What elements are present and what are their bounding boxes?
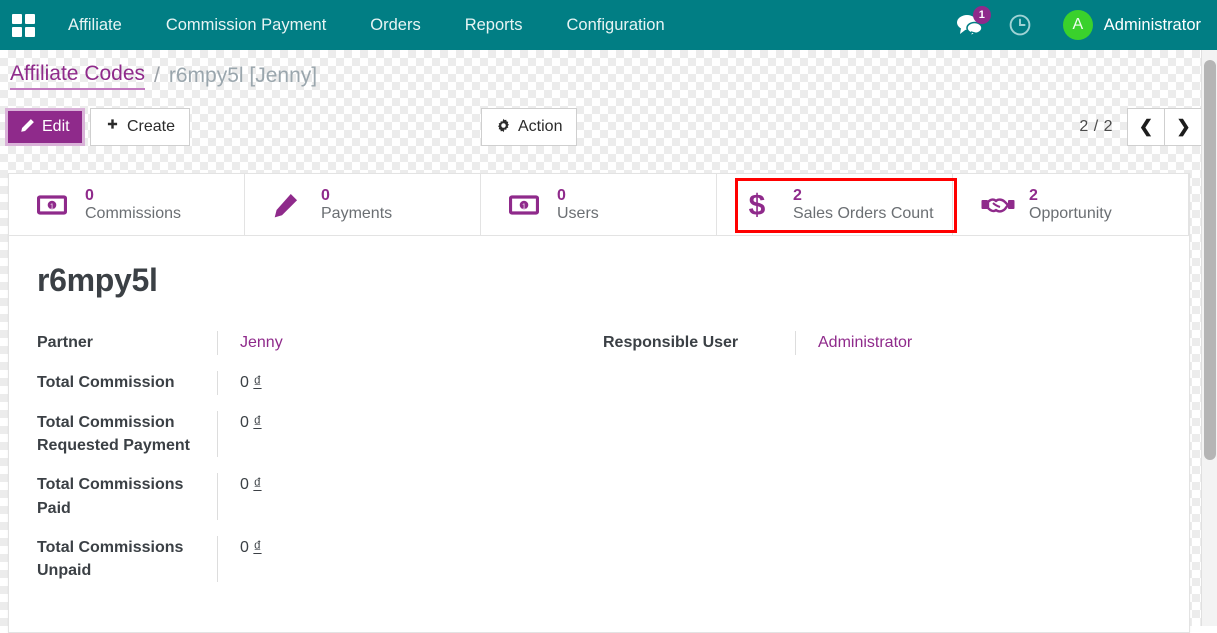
plus-icon xyxy=(105,118,120,137)
handshake-icon xyxy=(981,194,1021,216)
currency-symbol: ₫ xyxy=(253,414,261,431)
stat-label-sales-orders-count: Sales Orders Count xyxy=(793,205,934,222)
stat-button-opportunity[interactable]: 2 Opportunity xyxy=(953,174,1189,235)
field-amount-total-commission-requested-payment: 0 xyxy=(240,414,249,431)
stat-value-users: 0 xyxy=(557,187,566,204)
stat-text-users: 0 Users xyxy=(557,187,599,223)
form-column-right: Responsible User Administrator xyxy=(597,331,1163,598)
edit-button-label: Edit xyxy=(42,118,70,136)
nav-item-orders[interactable]: Orders xyxy=(348,0,442,50)
stat-label-commissions: Commissions xyxy=(85,205,181,222)
chevron-left-icon: ❮ xyxy=(1139,117,1153,137)
field-label-total-commission-requested-payment: Total Commission Requested Payment xyxy=(31,411,217,457)
svg-text:1: 1 xyxy=(50,203,54,210)
banknote-icon: 1 xyxy=(37,194,77,216)
username-label: Administrator xyxy=(1104,16,1201,35)
dollar-icon: $ xyxy=(745,190,785,220)
svg-text:1: 1 xyxy=(522,203,526,210)
stat-button-sales-orders-count[interactable]: $ 2 Sales Orders Count xyxy=(717,174,953,235)
field-partner: Partner Jenny xyxy=(31,331,597,355)
create-button-label: Create xyxy=(127,118,175,136)
svg-text:$: $ xyxy=(749,190,766,220)
nav-item-affiliate[interactable]: Affiliate xyxy=(46,0,144,50)
pager-counter: 2 / 2 xyxy=(1079,118,1113,136)
field-total-commissions-unpaid: Total Commissions Unpaid 0 ₫ xyxy=(31,536,597,582)
field-responsible-user: Responsible User Administrator xyxy=(597,331,1163,355)
pencil-icon xyxy=(20,118,35,137)
nav-item-reports[interactable]: Reports xyxy=(443,0,545,50)
gear-icon xyxy=(496,118,511,137)
field-total-commission-requested-payment: Total Commission Requested Payment 0 ₫ xyxy=(31,411,597,457)
form-column-left: Partner Jenny Total Commission 0 ₫ Total… xyxy=(31,331,597,598)
messages-badge: 1 xyxy=(973,6,991,24)
navbar-right-group: 1 A Administrator xyxy=(945,0,1217,50)
stat-label-opportunity: Opportunity xyxy=(1029,205,1112,222)
form-sheet: 1 0 Commissions 0 Payments xyxy=(8,173,1190,633)
stat-value-opportunity: 2 xyxy=(1029,187,1038,204)
form-body: r6mpy5l Partner Jenny Total Commission 0… xyxy=(9,236,1189,598)
vertical-scrollbar[interactable] xyxy=(1201,50,1217,626)
field-value-total-commissions-paid: 0 ₫ xyxy=(217,473,597,519)
field-value-total-commissions-unpaid: 0 ₫ xyxy=(217,536,597,582)
stat-text-opportunity: 2 Opportunity xyxy=(1029,187,1112,223)
nav-item-configuration[interactable]: Configuration xyxy=(545,0,687,50)
field-label-total-commissions-unpaid: Total Commissions Unpaid xyxy=(31,536,217,582)
apps-grid-icon xyxy=(12,14,35,37)
field-amount-total-commissions-unpaid: 0 xyxy=(240,539,249,556)
nav-item-commission-payment[interactable]: Commission Payment xyxy=(144,0,348,50)
currency-symbol: ₫ xyxy=(253,476,261,493)
action-button[interactable]: Action xyxy=(481,108,577,146)
field-total-commissions-paid: Total Commissions Paid 0 ₫ xyxy=(31,473,597,519)
create-button[interactable]: Create xyxy=(90,108,190,146)
stat-value-sales-orders-count: 2 xyxy=(793,187,802,204)
apps-menu-button[interactable] xyxy=(0,0,46,50)
breadcrumb: Affiliate Codes / r6mpy5l [Jenny] xyxy=(0,50,1217,102)
scrollbar-thumb[interactable] xyxy=(1204,60,1216,460)
field-label-total-commissions-paid: Total Commissions Paid xyxy=(31,473,217,519)
currency-symbol: ₫ xyxy=(253,539,261,556)
field-value-partner[interactable]: Jenny xyxy=(217,331,597,355)
top-navbar: Affiliate Commission Payment Orders Repo… xyxy=(0,0,1217,50)
stat-buttons-row: 1 0 Commissions 0 Payments xyxy=(9,174,1189,236)
avatar: A xyxy=(1063,10,1093,40)
field-value-total-commission-requested-payment: 0 ₫ xyxy=(217,411,597,457)
field-value-responsible-user[interactable]: Administrator xyxy=(795,331,1163,355)
activities-button[interactable] xyxy=(995,0,1045,50)
pencil-icon xyxy=(273,192,313,218)
pager-next-button[interactable]: ❯ xyxy=(1165,108,1203,146)
form-columns: Partner Jenny Total Commission 0 ₫ Total… xyxy=(31,331,1189,598)
field-amount-total-commission: 0 xyxy=(240,374,249,391)
pager: 2 / 2 ❮ ❯ xyxy=(1079,108,1203,146)
stat-text-sales-orders-count: 2 Sales Orders Count xyxy=(793,187,934,223)
chevron-right-icon: ❯ xyxy=(1176,117,1190,137)
breadcrumb-root-link[interactable]: Affiliate Codes xyxy=(10,62,145,90)
stat-button-payments[interactable]: 0 Payments xyxy=(245,174,481,235)
stat-button-users[interactable]: 1 0 Users xyxy=(481,174,717,235)
pager-previous-button[interactable]: ❮ xyxy=(1127,108,1165,146)
field-value-total-commission: 0 ₫ xyxy=(217,371,597,395)
currency-symbol: ₫ xyxy=(253,374,261,391)
messages-button[interactable]: 1 xyxy=(945,0,995,50)
field-label-partner: Partner xyxy=(31,331,217,355)
stat-label-payments: Payments xyxy=(321,205,392,222)
stat-text-commissions: 0 Commissions xyxy=(85,187,181,223)
field-total-commission: Total Commission 0 ₫ xyxy=(31,371,597,395)
edit-button[interactable]: Edit xyxy=(5,108,85,146)
stat-label-users: Users xyxy=(557,205,599,222)
stat-button-commissions[interactable]: 1 0 Commissions xyxy=(9,174,245,235)
stat-text-payments: 0 Payments xyxy=(321,187,392,223)
field-amount-total-commissions-paid: 0 xyxy=(240,476,249,493)
breadcrumb-current: r6mpy5l [Jenny] xyxy=(169,64,317,88)
field-label-responsible-user: Responsible User xyxy=(597,331,795,355)
field-label-total-commission: Total Commission xyxy=(31,371,217,395)
stat-value-commissions: 0 xyxy=(85,187,94,204)
user-menu-button[interactable]: A Administrator xyxy=(1045,10,1201,40)
banknote-icon: 1 xyxy=(509,194,549,216)
record-title: r6mpy5l xyxy=(37,262,1189,299)
action-button-label: Action xyxy=(518,118,562,136)
breadcrumb-separator: / xyxy=(154,64,160,88)
stat-value-payments: 0 xyxy=(321,187,330,204)
clock-icon xyxy=(1008,13,1032,37)
control-panel: Edit Create Action 2 / 2 ❮ ❯ xyxy=(0,102,1217,156)
